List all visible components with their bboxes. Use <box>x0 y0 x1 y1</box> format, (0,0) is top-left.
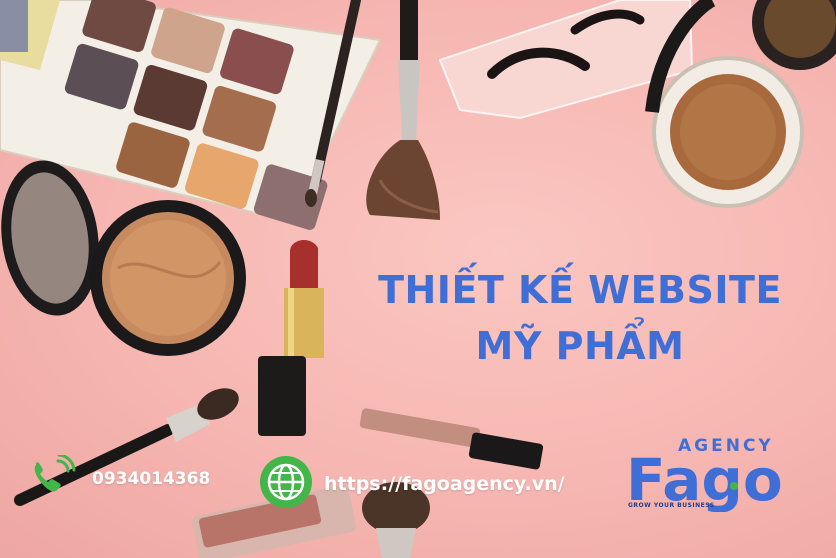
website-url[interactable]: https://fagoagency.vn/ <box>324 473 565 495</box>
headline-line-2: MỸ PHẨM <box>475 324 685 368</box>
lipstick <box>258 239 324 436</box>
angled-brush <box>366 0 440 220</box>
phone-contact[interactable]: 0934014368 <box>28 453 211 503</box>
phone-number: 0934014368 <box>92 469 211 489</box>
globe-icon <box>258 455 318 513</box>
website-contact[interactable]: https://fagoagency.vn/ <box>258 455 565 513</box>
headline-line-1: THIẾT KẾ WEBSITE <box>378 268 782 312</box>
banner: THIẾT KẾ WEBSITE MỸ PHẨM 0934014368 http… <box>0 0 836 558</box>
logo-subtitle: GROW YOUR BUSINESS <box>628 502 715 509</box>
phone-icon <box>28 453 78 503</box>
headline: THIẾT KẾ WEBSITE MỸ PHẨM <box>330 262 830 374</box>
powder-compact-top <box>645 0 836 208</box>
fago-logo: AGENCY Fago GROW YOUR BUSINESS <box>626 436 796 516</box>
